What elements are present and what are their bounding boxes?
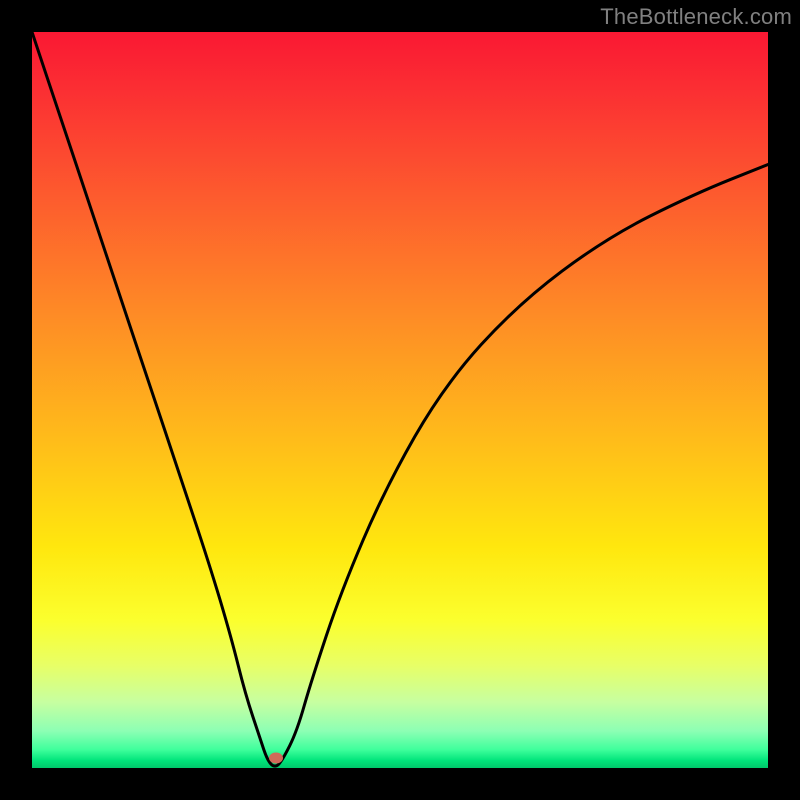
plot-area <box>32 32 768 768</box>
curve-svg <box>32 32 768 768</box>
curve-path <box>32 32 768 766</box>
min-marker <box>269 752 283 763</box>
watermark-text: TheBottleneck.com <box>600 4 792 30</box>
chart-frame: TheBottleneck.com <box>0 0 800 800</box>
